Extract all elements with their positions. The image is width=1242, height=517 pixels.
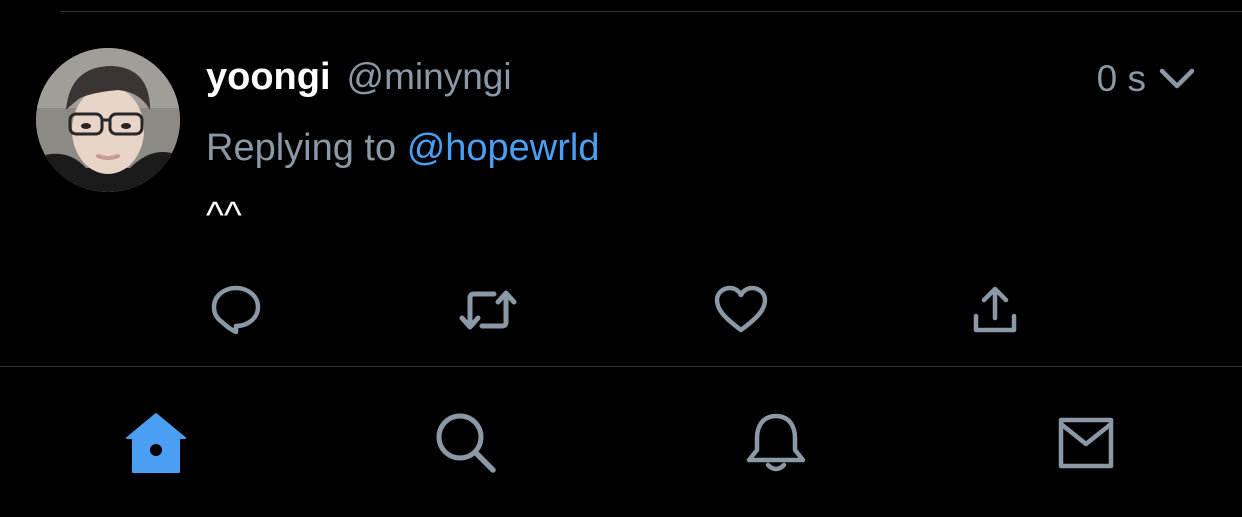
tweet[interactable]: yoongi @minyngi 0 s Replying to @hopewrl… <box>0 12 1242 366</box>
reply-bubble-icon <box>211 285 261 335</box>
tab-search[interactable] <box>430 407 502 479</box>
display-name[interactable]: yoongi <box>206 56 331 99</box>
reply-prefix: Replying to <box>206 127 397 169</box>
retweet-button[interactable] <box>458 280 518 340</box>
reply-button[interactable] <box>206 280 266 340</box>
tab-notifications[interactable] <box>740 407 812 479</box>
tab-bar <box>0 367 1242 517</box>
avatar-photo <box>36 48 180 192</box>
timestamp: 0 s <box>1096 58 1146 99</box>
avatar[interactable] <box>36 48 180 192</box>
search-icon <box>436 413 496 473</box>
share-button[interactable] <box>965 280 1025 340</box>
share-icon <box>973 286 1017 333</box>
user-handle[interactable]: @minyngi <box>347 56 512 98</box>
retweet-icon <box>459 290 517 330</box>
tweet-header: yoongi @minyngi <box>206 56 512 99</box>
tweet-meta: 0 s <box>1097 58 1196 100</box>
bell-icon <box>746 413 806 472</box>
tweet-text: ^^ <box>206 195 242 237</box>
like-button[interactable] <box>711 280 771 340</box>
reply-mention-link[interactable]: @hopewrld <box>407 127 600 169</box>
tab-messages[interactable] <box>1050 407 1122 479</box>
reply-context: Replying to @hopewrld <box>206 127 599 170</box>
heart-icon <box>714 285 768 333</box>
chevron-down-icon[interactable] <box>1158 60 1196 98</box>
tab-home[interactable] <box>120 407 192 479</box>
home-icon <box>126 413 186 473</box>
mail-icon <box>1058 417 1114 469</box>
